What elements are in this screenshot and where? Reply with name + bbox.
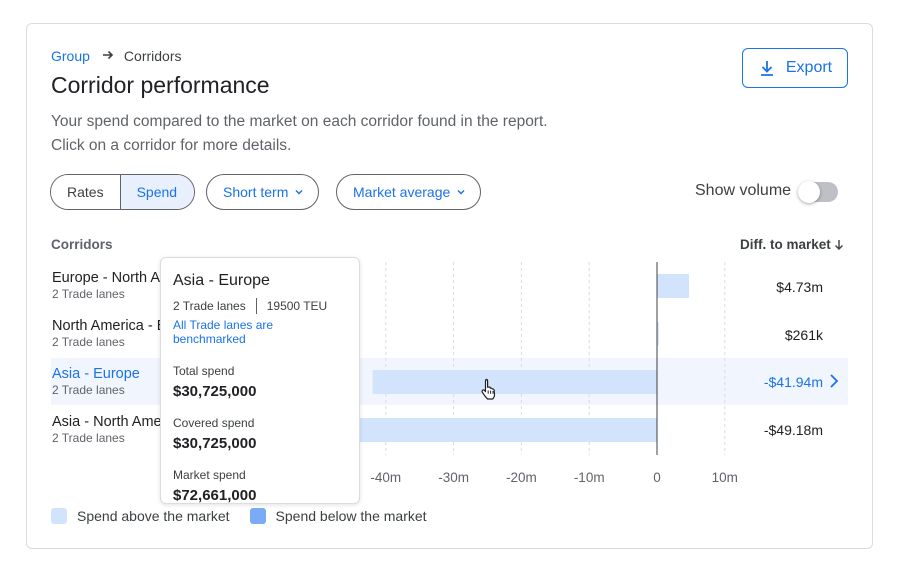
- breadcrumb: Group Corridors: [51, 48, 182, 64]
- tooltip-teu: 19500 TEU: [266, 299, 328, 313]
- tooltip-title: Asia - Europe: [173, 272, 270, 289]
- tooltip-covered-spend-label: Covered spend: [173, 416, 255, 430]
- breadcrumb-group-link[interactable]: Group: [51, 48, 90, 64]
- legend-swatch-above: [51, 508, 67, 524]
- chevron-down-icon: [457, 189, 465, 195]
- tooltip-meta: 2 Trade lanes 19500 TEU: [173, 298, 347, 314]
- benchmark-dropdown[interactable]: Market average: [336, 174, 482, 210]
- chart-legend: Spend above the market Spend below the m…: [51, 508, 427, 524]
- chevron-down-icon: [295, 189, 303, 195]
- benchmark-dropdown-value: Market average: [353, 184, 451, 200]
- tooltip-covered-spend-value: $30,725,000: [173, 435, 257, 452]
- tooltip-market-spend-value: $72,661,000: [173, 487, 257, 504]
- diff-value: $261k: [784, 327, 823, 343]
- breadcrumb-current: Corridors: [123, 48, 182, 64]
- rates-spend-segmented-control: Rates Spend: [50, 174, 196, 210]
- subtitle-line-1: Your spend compared to the market on eac…: [51, 113, 548, 130]
- diff-value: -$41.94m: [763, 374, 823, 390]
- tooltip-total-spend-label: Total spend: [173, 364, 235, 378]
- tooltip-total-spend-value: $30,725,000: [173, 383, 257, 400]
- segment-rates[interactable]: Rates: [51, 175, 120, 209]
- tooltip-divider: [255, 298, 257, 314]
- tooltip-trade-lanes: 2 Trade lanes: [173, 299, 246, 313]
- download-icon: [760, 61, 773, 76]
- diff-value: $4.73m: [776, 279, 823, 295]
- export-button-label: Export: [785, 59, 833, 76]
- export-button[interactable]: Export: [742, 48, 848, 88]
- page-title: Corridor performance: [51, 72, 270, 98]
- chevron-right-icon[interactable]: [829, 373, 839, 389]
- segment-spend[interactable]: Spend: [119, 175, 195, 209]
- legend-label-above: Spend above the market: [77, 508, 230, 524]
- subtitle-line-2: Click on a corridor for more details.: [51, 137, 292, 154]
- tooltip-market-spend-label: Market spend: [173, 468, 246, 482]
- legend-label-below: Spend below the market: [275, 508, 427, 524]
- term-dropdown-value: Short term: [223, 184, 289, 200]
- corridor-tooltip: Asia - Europe 2 Trade lanes 19500 TEU Al…: [160, 257, 360, 504]
- arrow-right-icon: [102, 48, 114, 64]
- arrow-down-icon: [834, 239, 843, 250]
- show-volume-toggle[interactable]: [798, 181, 838, 203]
- term-dropdown[interactable]: Short term: [206, 174, 320, 210]
- column-header-corridors: Corridors: [51, 237, 113, 252]
- hand-pointer-cursor-icon: [481, 378, 496, 400]
- corridor-trade-lanes: 2 Trade lanes: [52, 383, 125, 397]
- corridor-row-asia-europe[interactable]: Asia - Europe 2 Trade lanes: [52, 366, 140, 397]
- legend-swatch-below: [249, 508, 266, 524]
- show-volume-label: Show volume: [695, 182, 792, 199]
- column-header-diff-to-market[interactable]: Diff. to market: [740, 237, 844, 252]
- diff-value: -$49.18m: [763, 422, 823, 438]
- column-header-diff-label: Diff. to market: [740, 237, 831, 252]
- toggle-knob: [798, 181, 820, 203]
- corridor-name: Asia - Europe: [52, 366, 140, 382]
- tooltip-benchmark-note: All Trade lanes are benchmarked: [173, 318, 274, 346]
- page-subtitle: Your spend compared to the market on eac…: [51, 110, 671, 158]
